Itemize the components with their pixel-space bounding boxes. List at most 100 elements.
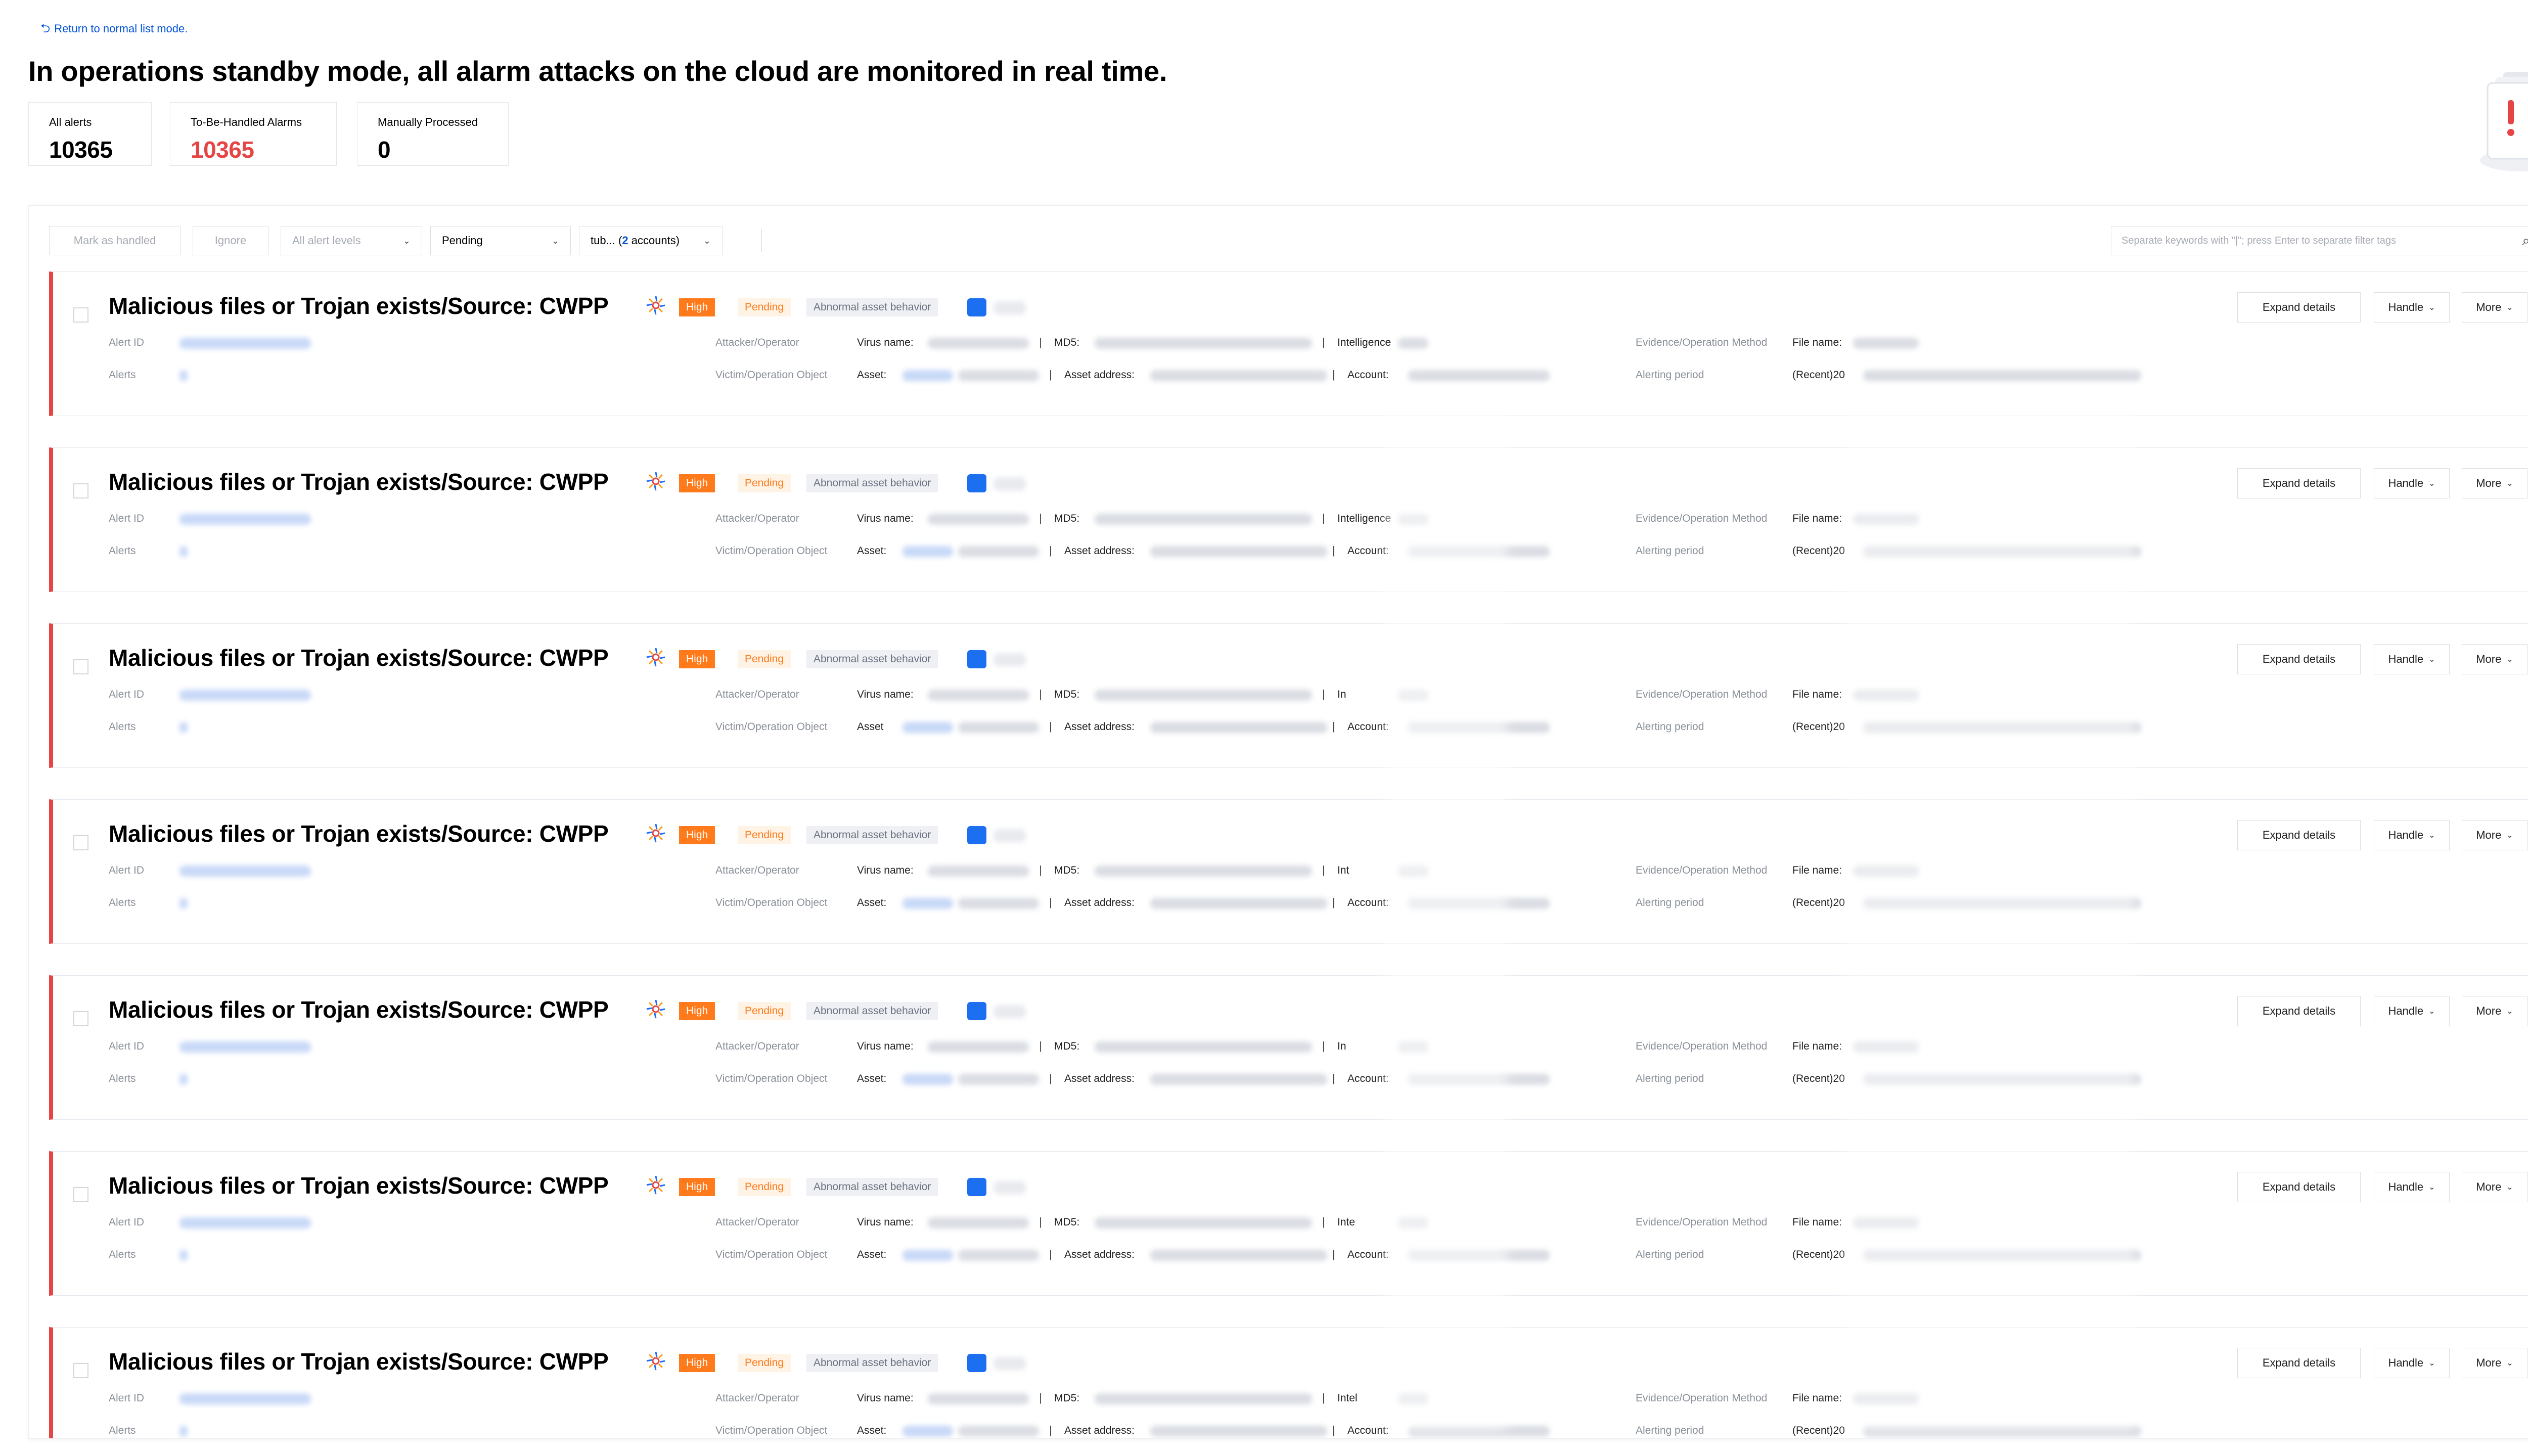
- stat-to-be-handled[interactable]: To-Be-Handled Alarms 10365: [170, 102, 337, 166]
- account-label: Account:: [1347, 369, 1389, 381]
- virus-name-label: Virus name:: [857, 513, 914, 524]
- chevron-down-icon: ⌄: [551, 235, 559, 246]
- field-separator: |: [1039, 1039, 1042, 1052]
- return-normal-list-link[interactable]: ⮌ Return to normal list mode.: [40, 22, 188, 35]
- mark-as-handled-button[interactable]: Mark as handled: [49, 226, 180, 255]
- recent-label: (Recent)20: [1792, 369, 1845, 381]
- virus-name-label: Virus name:: [857, 689, 914, 700]
- alert-card[interactable]: Malicious files or Trojan exists/Source:…: [49, 1327, 2528, 1438]
- severity-badge: High: [679, 474, 715, 492]
- row-checkbox[interactable]: [73, 835, 88, 850]
- expand-details-button[interactable]: Expand details: [2237, 292, 2361, 323]
- row-checkbox[interactable]: [73, 1187, 88, 1202]
- account-select[interactable]: tub... (2 accounts) ⌄: [579, 226, 723, 255]
- account-label: Account:: [1347, 1073, 1389, 1084]
- expand-details-button[interactable]: Expand details: [2237, 820, 2361, 850]
- status-select[interactable]: Pending ⌄: [430, 226, 571, 255]
- stat-label: All alerts: [49, 116, 92, 128]
- expand-details-button[interactable]: Expand details: [2237, 996, 2361, 1026]
- more-button[interactable]: More ⌄: [2462, 468, 2527, 498]
- row-checkbox[interactable]: [73, 307, 88, 323]
- alert-level-select[interactable]: All alert levels ⌄: [281, 226, 422, 255]
- alert-card[interactable]: Malicious files or Trojan exists/Source:…: [49, 447, 2528, 592]
- handle-button[interactable]: Handle ⌄: [2374, 1172, 2450, 1202]
- stat-all-alerts[interactable]: All alerts 10365: [28, 102, 152, 166]
- redacted-value: [928, 1393, 1029, 1404]
- alert-card[interactable]: Malicious files or Trojan exists/Source:…: [49, 799, 2528, 944]
- alerts-label: Alerts: [109, 721, 136, 733]
- alert-card[interactable]: Malicious files or Trojan exists/Source:…: [49, 271, 2528, 416]
- recent-label: (Recent)20: [1792, 721, 1845, 733]
- field-separator: |: [1332, 544, 1335, 557]
- redacted-value: [958, 1426, 1039, 1437]
- account-label: Account:: [1347, 545, 1389, 557]
- md5-label: MD5:: [1054, 1040, 1080, 1052]
- alert-id-label: Alert ID: [109, 689, 145, 700]
- field-separator: |: [1332, 1072, 1335, 1084]
- category-badge: Abnormal asset behavior: [806, 1178, 938, 1196]
- chevron-down-icon: ⌄: [2428, 831, 2435, 840]
- more-button[interactable]: More ⌄: [2462, 644, 2527, 674]
- chevron-down-icon: ⌄: [2506, 1007, 2513, 1016]
- field-separator: |: [1322, 1215, 1325, 1228]
- more-button[interactable]: More ⌄: [2462, 820, 2527, 850]
- expand-details-button[interactable]: Expand details: [2237, 468, 2361, 498]
- expand-details-button[interactable]: Expand details: [2237, 1348, 2361, 1378]
- more-button[interactable]: More ⌄: [2462, 292, 2527, 323]
- more-button[interactable]: More ⌄: [2462, 1348, 2527, 1378]
- alert-card[interactable]: Malicious files or Trojan exists/Source:…: [49, 975, 2528, 1120]
- handle-button[interactable]: Handle ⌄: [2374, 820, 2450, 850]
- row-checkbox[interactable]: [73, 1011, 88, 1026]
- field-separator: |: [1049, 1248, 1052, 1260]
- redacted-value: [994, 829, 1026, 842]
- alert-title: Malicious files or Trojan exists/Source:…: [109, 821, 609, 847]
- row-checkbox[interactable]: [73, 1363, 88, 1378]
- search-input[interactable]: Separate keywords with "|"; press Enter …: [2111, 226, 2528, 255]
- file-name-label: File name:: [1792, 864, 1842, 876]
- handle-button[interactable]: Handle ⌄: [2374, 468, 2450, 498]
- field-separator: |: [1332, 1248, 1335, 1260]
- alert-id-label: Alert ID: [109, 337, 145, 348]
- asset-address-label: Asset address:: [1064, 1073, 1135, 1084]
- redacted-value: [958, 546, 1039, 557]
- more-button[interactable]: More ⌄: [2462, 1172, 2527, 1202]
- handle-button[interactable]: Handle ⌄: [2374, 1348, 2450, 1378]
- row-checkbox[interactable]: [73, 483, 88, 498]
- evidence-label: Evidence/Operation Method: [1636, 1040, 1768, 1052]
- handle-button[interactable]: Handle ⌄: [2374, 644, 2450, 674]
- virus-name-label: Virus name:: [857, 1040, 914, 1052]
- field-separator: |: [1332, 896, 1335, 908]
- asset-label: Asset:: [857, 1073, 887, 1084]
- field-separator: |: [1049, 544, 1052, 557]
- status-badge: Pending: [738, 1354, 791, 1372]
- expand-details-button[interactable]: Expand details: [2237, 1172, 2361, 1202]
- category-badge: Abnormal asset behavior: [806, 650, 938, 668]
- alert-card[interactable]: Malicious files or Trojan exists/Source:…: [49, 623, 2528, 768]
- md5-label: MD5:: [1054, 689, 1080, 700]
- alerts-label: Alerts: [109, 545, 136, 557]
- chevron-down-icon: ⌄: [2428, 655, 2435, 664]
- field-separator: |: [1039, 1391, 1042, 1404]
- severity-badge: High: [679, 650, 715, 668]
- more-button[interactable]: More ⌄: [2462, 996, 2527, 1026]
- asset-address-label: Asset address:: [1064, 1425, 1135, 1436]
- alert-card[interactable]: Malicious files or Trojan exists/Source:…: [49, 1151, 2528, 1296]
- chevron-down-icon: ⌄: [2428, 479, 2435, 488]
- stat-manually-processed[interactable]: Manually Processed 0: [357, 102, 509, 166]
- intelligence-label: Intelligence: [1337, 513, 1391, 524]
- file-name-label: File name:: [1792, 1392, 1842, 1404]
- evidence-label: Evidence/Operation Method: [1636, 1392, 1768, 1404]
- handle-button[interactable]: Handle ⌄: [2374, 996, 2450, 1026]
- cwpp-source-icon: [646, 472, 665, 491]
- redacted-value: [1095, 690, 1312, 701]
- alert-level-value: All alert levels: [292, 234, 361, 247]
- redacted-value: [902, 546, 953, 557]
- victim-label: Victim/Operation Object: [715, 1425, 828, 1436]
- expand-details-button[interactable]: Expand details: [2237, 644, 2361, 674]
- ignore-button[interactable]: Ignore: [193, 226, 268, 255]
- row-checkbox[interactable]: [73, 659, 88, 674]
- alerts-panel: Mark as handled Ignore All alert levels …: [28, 205, 2528, 1439]
- victim-label: Victim/Operation Object: [715, 897, 828, 908]
- handle-button[interactable]: Handle ⌄: [2374, 292, 2450, 323]
- attacker-label: Attacker/Operator: [715, 689, 799, 700]
